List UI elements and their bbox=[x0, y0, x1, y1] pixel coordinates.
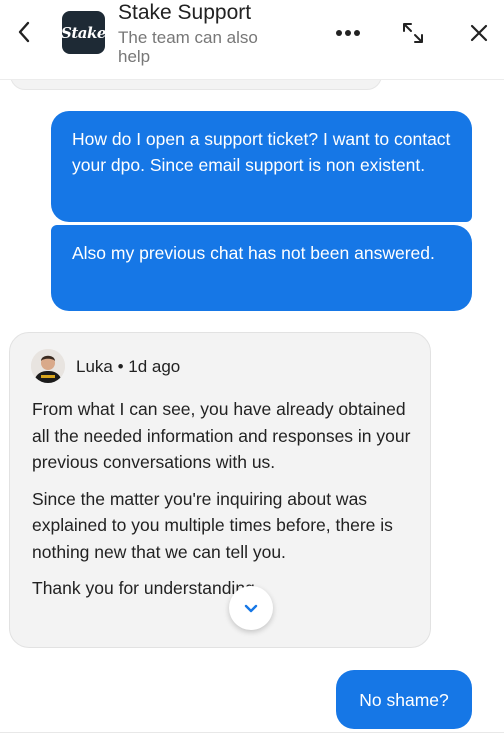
person-avatar-icon bbox=[31, 349, 65, 383]
chat-subtitle: The team can also help bbox=[118, 28, 258, 66]
back-button[interactable] bbox=[12, 20, 36, 44]
chat-header: Stake Stake Support The team can also he… bbox=[0, 0, 504, 80]
scroll-to-bottom-button[interactable] bbox=[229, 586, 273, 630]
close-button[interactable] bbox=[466, 20, 492, 46]
more-options-button[interactable] bbox=[335, 20, 361, 46]
chevron-left-icon bbox=[18, 21, 30, 43]
agent-message-card: Luka • 1d ago From what I can see, you h… bbox=[9, 332, 431, 648]
user-message: How do I open a support ticket? I want t… bbox=[51, 111, 472, 222]
user-message: No shame? bbox=[336, 670, 472, 729]
close-icon bbox=[470, 24, 488, 42]
agent-paragraph: From what I can see, you have already ob… bbox=[32, 399, 411, 472]
chat-thread[interactable]: How do I open a support ticket? I want t… bbox=[0, 80, 504, 748]
divider bbox=[0, 732, 504, 733]
agent-paragraph: Since the matter you're inquiring about … bbox=[32, 488, 393, 562]
avatar bbox=[31, 349, 65, 383]
chat-title: Stake Support bbox=[118, 1, 252, 24]
expand-icon bbox=[403, 23, 423, 43]
user-message: Also my previous chat has not been answe… bbox=[51, 225, 472, 311]
chevron-down-icon bbox=[244, 604, 258, 612]
more-horizontal-icon bbox=[336, 30, 360, 36]
stake-logo: Stake bbox=[61, 11, 106, 54]
expand-button[interactable] bbox=[400, 20, 426, 46]
agent-paragraph: Thank you for understanding. bbox=[32, 578, 260, 598]
previous-message-bubble bbox=[10, 80, 382, 90]
agent-name-time: Luka • 1d ago bbox=[76, 357, 181, 376]
agent-message-body: From what I can see, you have already ob… bbox=[32, 396, 417, 602]
